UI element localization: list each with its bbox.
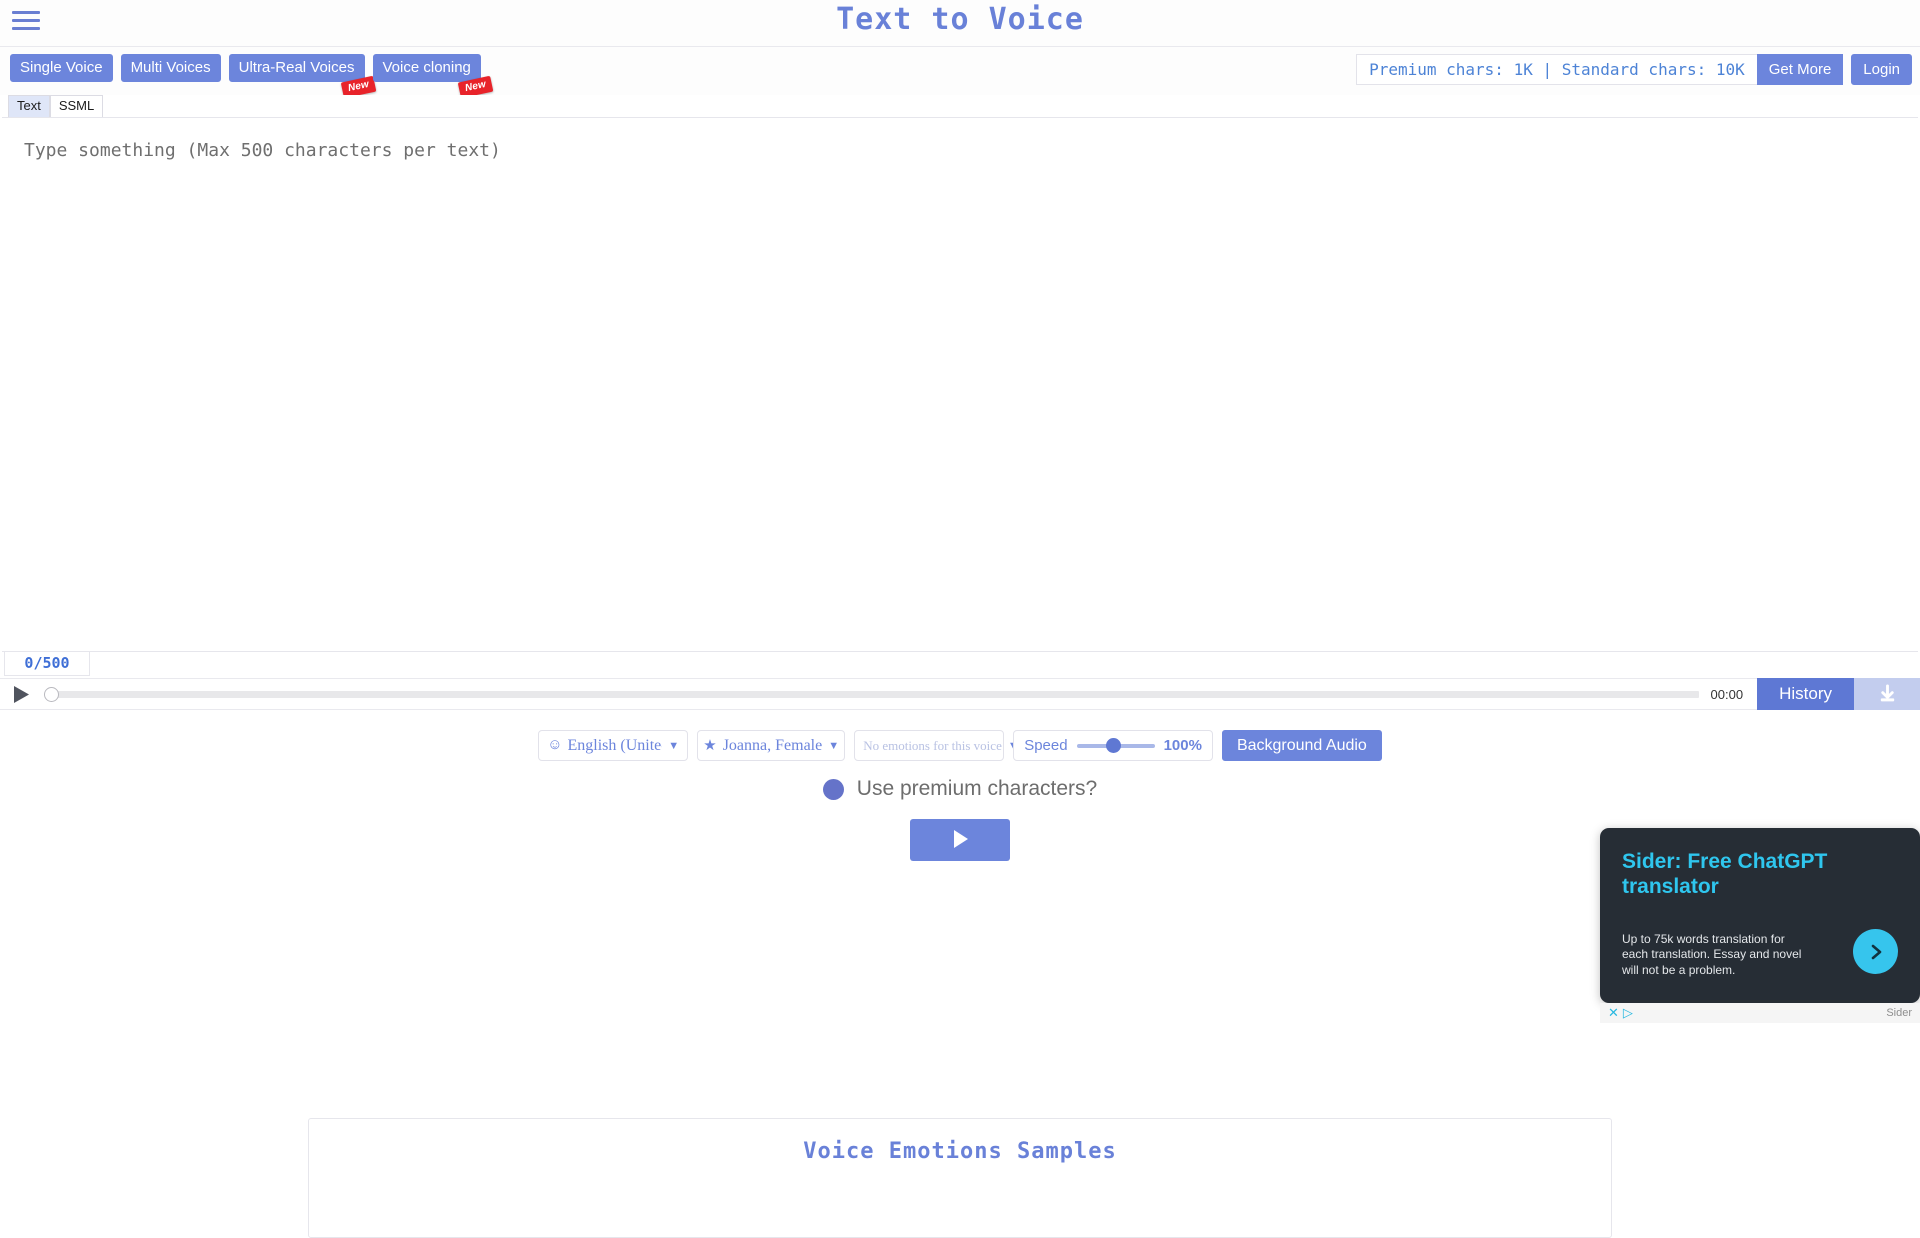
voice-select-value: Joanna, Female: [722, 736, 823, 754]
mode-tab-ultra-real-voices[interactable]: Ultra-Real Voices New: [228, 54, 377, 98]
chevron-right-icon[interactable]: [1853, 929, 1898, 974]
input-format-tabs: Text SSML: [0, 95, 1920, 117]
emotion-select[interactable]: No emotions for this voice ▼: [854, 730, 1019, 761]
advertisement: Sider: Free ChatGPT translator Up to 75k…: [1600, 828, 1920, 1023]
audio-progress-track[interactable]: [55, 690, 1699, 698]
background-audio-button[interactable]: Background Audio: [1221, 730, 1382, 761]
close-icon[interactable]: ✕: [1608, 1005, 1619, 1021]
audio-progress-slider[interactable]: [42, 678, 1699, 710]
mode-tab-multi-voices[interactable]: Multi Voices: [120, 54, 221, 83]
play-icon: [947, 826, 973, 855]
mode-tab-label: Single Voice: [20, 59, 103, 76]
get-more-button[interactable]: Get More: [1756, 54, 1844, 85]
ad-title: Sider: Free ChatGPT translator: [1622, 850, 1828, 898]
ad-card[interactable]: Sider: Free ChatGPT translator Up to 75k…: [1600, 828, 1920, 1003]
character-credits: Premium chars: 1K | Standard chars: 10K: [1356, 54, 1757, 85]
mode-tab-label: Voice cloning: [382, 59, 471, 76]
tab-text[interactable]: Text: [8, 95, 50, 117]
counter-row: 0/500: [0, 652, 1920, 678]
audio-current-time: 00:00: [1710, 686, 1744, 702]
speed-value: 100%: [1163, 737, 1202, 754]
app-header: Text to Voice: [0, 0, 1920, 47]
emotion-select-value: No emotions for this voice: [863, 737, 1002, 753]
speed-slider-thumb[interactable]: [1106, 738, 1122, 753]
voice-mode-tabs: Single Voice Multi Voices Ultra-Real Voi…: [10, 54, 494, 98]
premium-characters-label: Use premium characters?: [856, 777, 1098, 800]
play-icon[interactable]: [0, 685, 42, 704]
audio-player: 00:00 History: [0, 678, 1920, 710]
voice-emotions-samples-card: Voice Emotions Samples: [308, 1118, 1612, 1238]
premium-characters-radio[interactable]: [822, 778, 844, 800]
chevron-down-icon: ▼: [828, 739, 840, 752]
audio-progress-knob[interactable]: [44, 686, 59, 702]
character-counter: 0/500: [4, 652, 90, 676]
star-icon: ★: [703, 738, 717, 754]
ad-brand-label: Sider: [1886, 1007, 1912, 1019]
page-title: Text to Voice: [836, 2, 1084, 37]
smiley-face-icon: ☺: [547, 737, 563, 753]
tab-ssml[interactable]: SSML: [49, 95, 104, 117]
account-area: Premium chars: 1K | Standard chars: 10K …: [1356, 54, 1912, 85]
mode-toolbar: Single Voice Multi Voices Ultra-Real Voi…: [0, 47, 1920, 98]
premium-characters-row: Use premium characters?: [0, 777, 1920, 801]
ad-body: Up to 75k words translation for each tra…: [1622, 931, 1802, 978]
speed-slider[interactable]: [1076, 737, 1155, 755]
voice-controls-row: ☺ English (United St ▼ ★ Joanna, Female …: [0, 730, 1920, 761]
speed-control: Speed 100%: [1013, 730, 1213, 761]
download-icon[interactable]: [1854, 678, 1920, 710]
mode-tab-label: Ultra-Real Voices: [238, 59, 355, 76]
voice-select[interactable]: ★ Joanna, Female ▼: [697, 730, 846, 761]
text-editor[interactable]: Type something (Max 500 characters per t…: [2, 117, 1918, 652]
mode-tab-voice-cloning[interactable]: Voice cloning New: [372, 54, 494, 98]
login-button[interactable]: Login: [1851, 54, 1912, 85]
editor-placeholder: Type something (Max 500 characters per t…: [24, 140, 501, 161]
chevron-down-icon: ▼: [668, 739, 680, 752]
adchoices-icon[interactable]: ▷: [1623, 1005, 1633, 1021]
history-button[interactable]: History: [1757, 678, 1854, 710]
mode-tab-label: Multi Voices: [130, 59, 211, 76]
speed-label: Speed: [1024, 737, 1068, 754]
generate-play-button[interactable]: [910, 819, 1010, 861]
ad-footer: ✕ ▷ Sider: [1600, 1003, 1920, 1023]
language-select[interactable]: ☺ English (United St ▼: [538, 730, 689, 761]
language-select-value: English (United St: [567, 736, 663, 754]
mode-tab-single-voice[interactable]: Single Voice: [10, 54, 113, 83]
